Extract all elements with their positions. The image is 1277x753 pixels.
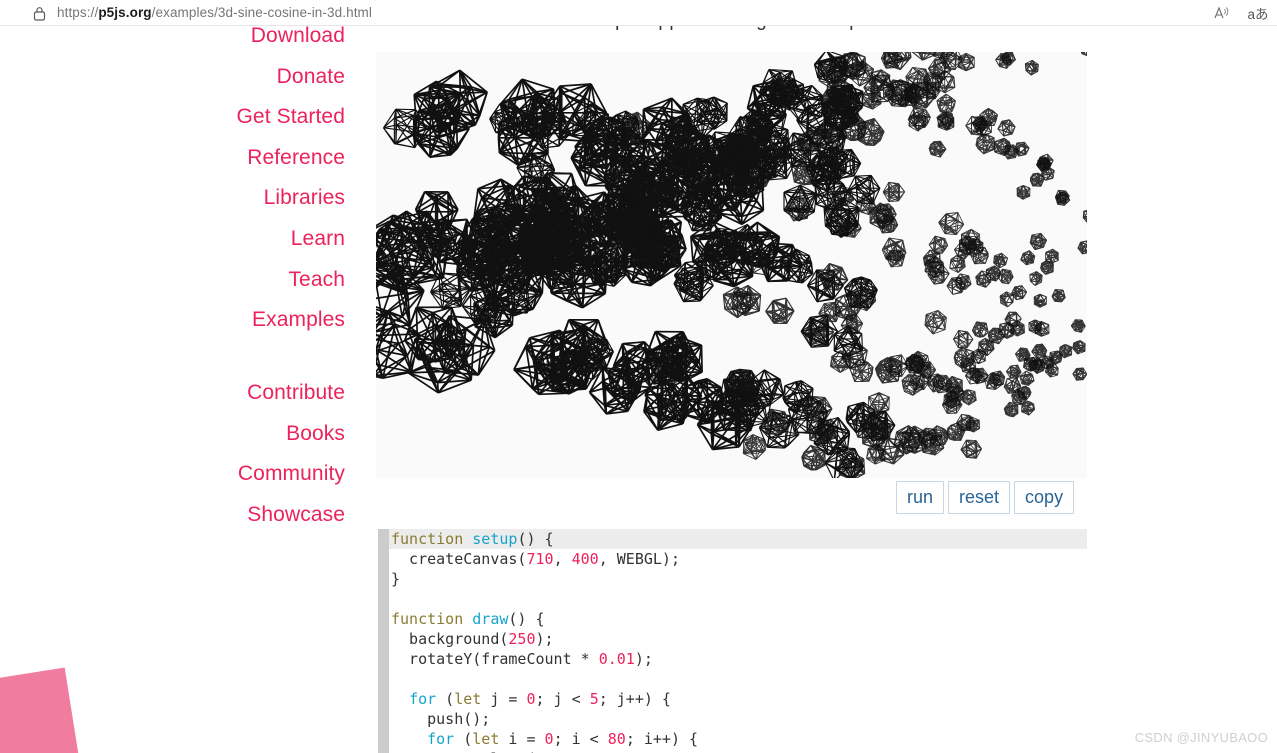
sidebar-item-community[interactable]: Community	[0, 454, 345, 495]
p5-canvas[interactable]	[376, 52, 1087, 478]
sidebar-item-contribute[interactable]: Contribute	[0, 373, 345, 414]
address-bar[interactable]: https://p5js.org/examples/3d-sine-cosine…	[57, 0, 372, 26]
url-path: /examples/3d-sine-cosine-in-3d.html	[151, 5, 372, 20]
code-gutter	[378, 529, 389, 753]
code-text[interactable]: function setup() { createCanvas(710, 400…	[391, 529, 761, 753]
sketch-controls: run reset copy	[896, 481, 1075, 514]
read-aloud-icon[interactable]	[1211, 2, 1233, 24]
reset-button[interactable]: reset	[948, 481, 1011, 514]
browser-actions: aあ	[1211, 0, 1269, 26]
lock-icon	[30, 4, 48, 22]
sidebar-item-download[interactable]: Download	[0, 26, 345, 57]
nav-group-secondary: Contribute Books Community Showcase	[0, 373, 345, 535]
clipped-description-label: a 3D sine and cosine example applied to …	[376, 26, 881, 30]
sidebar-item-libraries[interactable]: Libraries	[0, 178, 345, 219]
url-domain: p5js.org	[98, 5, 152, 20]
translate-icon[interactable]: aあ	[1247, 2, 1269, 24]
browser-toolbar: https://p5js.org/examples/3d-sine-cosine…	[0, 0, 1277, 26]
watermark: CSDN @JINYUBAOO	[1134, 730, 1268, 745]
clipped-description-text: a 3D sine and cosine example applied to …	[376, 26, 1087, 51]
url-prefix: https://	[57, 5, 99, 20]
decorative-pink-shape	[0, 667, 83, 753]
sidebar-item-books[interactable]: Books	[0, 414, 345, 455]
sidebar-item-examples[interactable]: Examples	[0, 300, 345, 341]
nav-group-primary: Download Donate Get Started Reference Li…	[0, 26, 345, 341]
sidebar-item-teach[interactable]: Teach	[0, 260, 345, 301]
copy-button[interactable]: copy	[1014, 481, 1075, 514]
sidebar-nav: Download Donate Get Started Reference Li…	[0, 26, 345, 753]
sketch-container	[376, 52, 1087, 478]
run-button[interactable]: run	[896, 481, 945, 514]
code-editor[interactable]: function setup() { createCanvas(710, 400…	[378, 529, 1087, 753]
sidebar-item-learn[interactable]: Learn	[0, 219, 345, 260]
sidebar-item-donate[interactable]: Donate	[0, 57, 345, 98]
sidebar-item-reference[interactable]: Reference	[0, 138, 345, 179]
page-content: Download Donate Get Started Reference Li…	[0, 26, 1277, 753]
sidebar-item-get-started[interactable]: Get Started	[0, 97, 345, 138]
sidebar-item-showcase[interactable]: Showcase	[0, 495, 345, 536]
